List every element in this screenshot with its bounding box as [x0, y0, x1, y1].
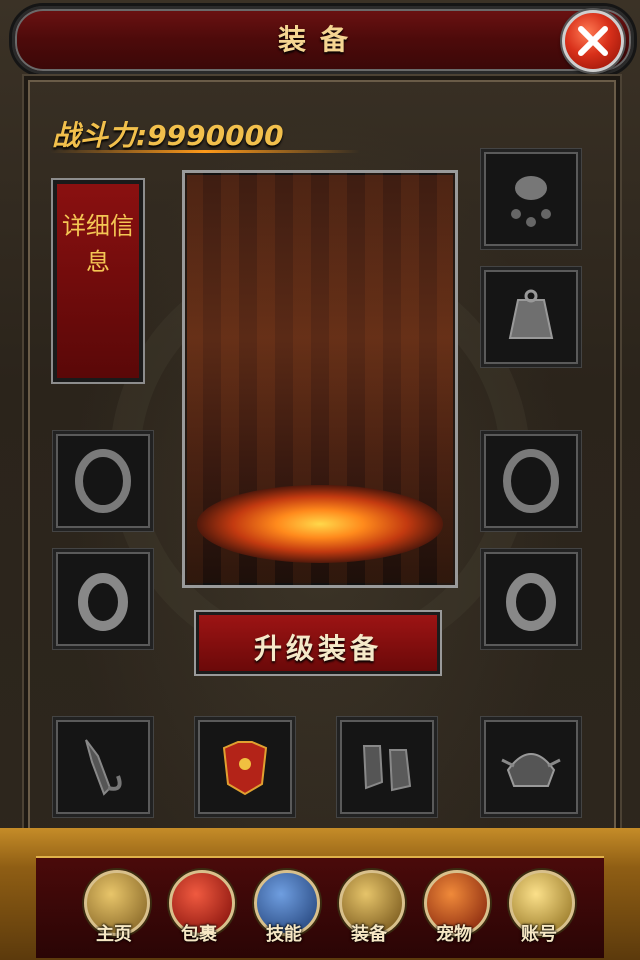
detail-info-label: 详细信息	[62, 212, 134, 276]
slot-amulet[interactable]	[484, 270, 578, 364]
close-icon	[578, 26, 608, 56]
nav-home[interactable]: 主页	[72, 870, 156, 956]
nav-skill[interactable]: 技能	[242, 870, 326, 956]
amulet-icon	[508, 289, 554, 339]
bracelet-icon	[503, 449, 559, 513]
upgrade-equipment-label: 升级装备	[253, 632, 382, 665]
nav-bag[interactable]: 包裹	[157, 870, 241, 956]
ring-icon	[78, 573, 128, 631]
upgrade-equipment-button[interactable]: 升级装备	[196, 612, 440, 674]
nav-home-label: 主页	[96, 924, 132, 945]
nav-pet-label: 宠物	[436, 924, 472, 945]
armor-icon	[222, 741, 268, 796]
power-underline	[50, 150, 360, 153]
game-window: 装备 战斗力:9990000 详细信息 升级装备 主页 包裹 技能 装备 宠物 …	[0, 0, 640, 960]
slot-ring-left[interactable]	[56, 552, 150, 646]
magic-circle	[197, 485, 443, 563]
nav-bag-label: 包裹	[181, 924, 217, 945]
nav-pet[interactable]: 宠物	[412, 870, 496, 956]
slot-armor[interactable]	[198, 720, 292, 814]
nav-equipment-label: 装备	[351, 924, 387, 945]
power-value: 9990000	[147, 119, 284, 152]
weapon-icon	[85, 739, 122, 796]
bracelet-icon	[75, 449, 131, 513]
boots-icon	[362, 745, 412, 792]
nav-skill-label: 技能	[266, 924, 302, 945]
slot-bracelet-left[interactable]	[56, 434, 150, 528]
nav-equipment[interactable]: 装备	[327, 870, 411, 956]
slot-bracelet-right[interactable]	[484, 434, 578, 528]
ring-icon	[506, 573, 556, 631]
helmet-icon	[501, 753, 561, 787]
page-title: 装备	[277, 23, 362, 56]
slot-ring-right[interactable]	[484, 552, 578, 646]
detail-info-button[interactable]: 详细信息	[53, 180, 143, 382]
close-button[interactable]	[562, 10, 624, 72]
power-label: 战斗力:	[52, 119, 148, 152]
slot-weapon[interactable]	[56, 720, 150, 814]
character-showcase	[182, 170, 458, 588]
nav-account-label: 账号	[521, 924, 557, 945]
slot-helmet[interactable]	[484, 720, 578, 814]
bell-charm-icon	[511, 176, 551, 227]
slot-bell-charm[interactable]	[484, 152, 578, 246]
power-stat: 战斗力:9990000	[52, 114, 284, 154]
nav-account[interactable]: 账号	[497, 870, 581, 956]
slot-boots[interactable]	[340, 720, 434, 814]
